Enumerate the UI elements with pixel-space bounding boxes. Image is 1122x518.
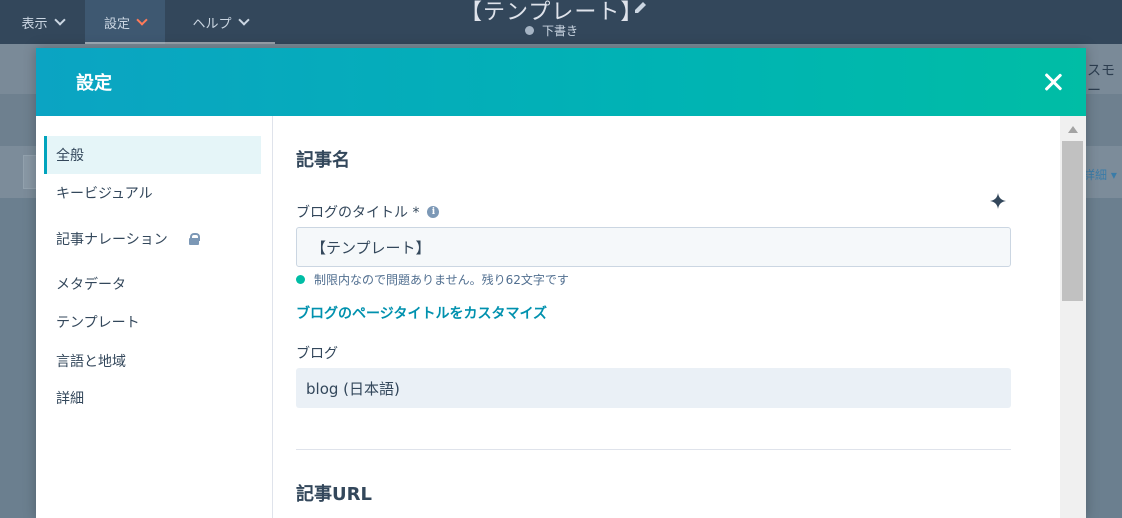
close-icon[interactable]	[1041, 70, 1065, 94]
chevron-down-icon	[237, 14, 250, 26]
sidebar-item-general[interactable]: 全般	[44, 136, 261, 174]
sidebar-item-label: 記事ナレーション	[56, 232, 168, 248]
background-detail-label: 詳細 ▾	[1083, 168, 1117, 182]
blog-select[interactable]: blog (日本語)	[296, 368, 1011, 408]
menu-settings-label: 設定	[103, 16, 130, 32]
menu-settings[interactable]: 設定	[85, 0, 165, 44]
chevron-down-icon	[136, 14, 148, 26]
chevron-down-icon	[53, 14, 66, 26]
background-mode-label: スモー	[1087, 63, 1115, 99]
blog-select-value: blog (日本語)	[306, 379, 400, 398]
scroll-up-arrow-icon[interactable]	[1068, 126, 1078, 133]
content-scrollbar[interactable]	[1060, 116, 1086, 518]
menu-view-label: 表示	[21, 16, 48, 32]
section-title-article-name: 記事名	[296, 150, 350, 171]
sidebar-item-metadata[interactable]: メタデータ	[44, 265, 261, 303]
menu-view[interactable]: 表示	[0, 0, 85, 44]
background-input	[23, 155, 37, 189]
lock-icon	[188, 233, 200, 245]
blog-title-value: 【テンプレート】	[311, 238, 431, 257]
sidebar-item-label: 言語と地域	[56, 354, 126, 370]
sidebar-item-narration[interactable]: 記事ナレーション	[44, 220, 261, 258]
sidebar-item-label: 全般	[56, 148, 84, 164]
blog-title-label-text: ブログのタイトル *	[296, 205, 420, 221]
settings-content: 記事名 ブログのタイトル * i 【テンプレート】 制限内なので問題ありません。…	[273, 116, 1060, 518]
blog-title-label: ブログのタイトル * i	[296, 202, 440, 222]
blog-label: ブログ	[296, 343, 338, 363]
sidebar-item-language-region[interactable]: 言語と地域	[44, 342, 261, 380]
blog-title-input[interactable]: 【テンプレート】	[296, 227, 1011, 267]
sidebar-item-label: キービジュアル	[56, 186, 153, 202]
modal-header: 設定	[36, 48, 1086, 116]
top-bar: 表示 設定 ヘルプ 【テンプレート】 下書き	[0, 0, 1122, 44]
menu-help-label: ヘルプ	[192, 16, 232, 32]
menu-help[interactable]: ヘルプ	[165, 0, 275, 44]
sidebar-item-label: メタデータ	[56, 277, 126, 293]
sidebar-item-label: 詳細	[56, 391, 84, 407]
sidebar-item-template[interactable]: テンプレート	[44, 303, 261, 341]
section-title-article-url: 記事URL	[296, 484, 372, 505]
character-limit-status: 制限内なので問題ありません。残り62文字です	[296, 271, 569, 288]
sidebar-item-key-visual[interactable]: キービジュアル	[44, 174, 261, 212]
draft-status: 下書き	[525, 22, 578, 39]
sidebar-item-label: テンプレート	[56, 315, 140, 331]
settings-modal: 設定 全般 キービジュアル 記事ナレーション メタデータ テンプレート 言語と地…	[36, 48, 1086, 518]
settings-sidebar: 全般 キービジュアル 記事ナレーション メタデータ テンプレート 言語と地域 詳…	[36, 116, 273, 518]
scroll-thumb[interactable]	[1062, 141, 1083, 301]
pencil-icon[interactable]	[634, 0, 648, 14]
customize-page-title-link[interactable]: ブログのページタイトルをカスタマイズ	[296, 303, 547, 323]
sparkle-icon[interactable]	[989, 192, 1007, 210]
status-dot-icon	[525, 26, 534, 35]
sidebar-item-advanced[interactable]: 詳細	[44, 379, 261, 417]
section-divider	[296, 449, 1011, 450]
draft-status-label: 下書き	[542, 24, 579, 38]
modal-title: 設定	[76, 73, 112, 94]
info-icon[interactable]: i	[427, 206, 440, 218]
success-dot-icon	[296, 275, 305, 284]
character-limit-text: 制限内なので問題ありません。残り62文字です	[314, 273, 569, 287]
blog-label-text: ブログ	[296, 346, 338, 362]
